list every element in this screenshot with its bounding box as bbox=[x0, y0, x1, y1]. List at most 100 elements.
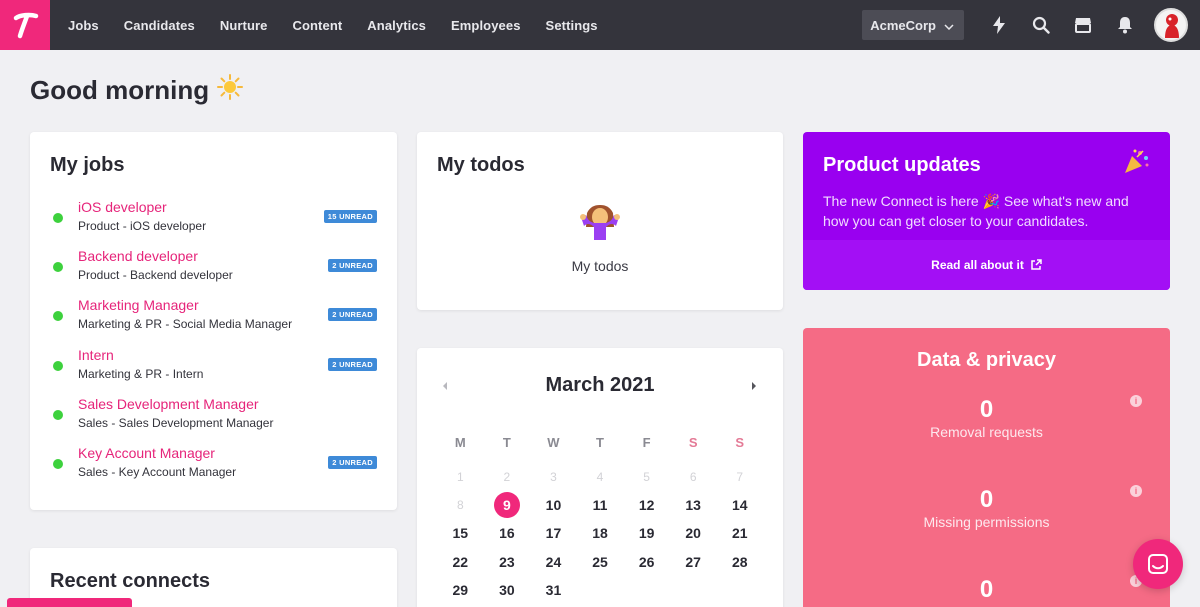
calendar-week: 22 23 24 25 26 27 28 bbox=[437, 548, 763, 576]
job-item[interactable]: Marketing Manager Marketing & PR - Socia… bbox=[50, 297, 377, 346]
nav-content[interactable]: Content bbox=[292, 18, 342, 33]
calendar-day[interactable]: 19 bbox=[623, 525, 670, 541]
read-more-link[interactable]: Read all about it bbox=[803, 240, 1170, 290]
calendar-day[interactable]: 23 bbox=[484, 554, 531, 570]
calendar-day[interactable]: 29 bbox=[437, 582, 484, 598]
unread-badge: 2 UNREAD bbox=[328, 357, 377, 371]
calendar-day[interactable]: 10 bbox=[530, 497, 577, 513]
calendar-week: 8 9 10 11 12 13 14 bbox=[437, 491, 763, 519]
calendar-day[interactable]: 21 bbox=[716, 525, 763, 541]
missing-permissions-stat[interactable]: 0 Missing permissions bbox=[803, 486, 1170, 530]
weekday-label: S bbox=[735, 434, 745, 450]
nav-jobs[interactable]: Jobs bbox=[68, 18, 99, 33]
weekday-label: M bbox=[454, 434, 466, 450]
empty-todos-label: My todos bbox=[571, 258, 629, 274]
store-icon[interactable] bbox=[1062, 0, 1104, 50]
logo-icon bbox=[13, 12, 39, 39]
company-switcher[interactable]: AcmeCorp bbox=[862, 10, 964, 40]
nav-nurture[interactable]: Nurture bbox=[220, 18, 268, 33]
calendar-day[interactable]: 17 bbox=[530, 525, 577, 541]
jobs-list: iOS developer Product - iOS developer 15… bbox=[50, 199, 377, 494]
calendar-day[interactable]: 28 bbox=[716, 554, 763, 570]
calendar-week: 15 16 17 18 19 20 21 bbox=[437, 519, 763, 547]
read-more-label: Read all about it bbox=[931, 258, 1024, 272]
main-menu: Jobs Candidates Nurture Content Analytic… bbox=[68, 18, 623, 33]
nav-candidates[interactable]: Candidates bbox=[124, 18, 195, 33]
unread-badge: 2 UNREAD bbox=[328, 455, 377, 469]
calendar-day[interactable]: 16 bbox=[484, 525, 531, 541]
status-dot bbox=[53, 458, 63, 469]
calendar-day: 7 bbox=[736, 469, 744, 484]
job-subtitle: Sales - Sales Development Manager bbox=[78, 415, 274, 430]
my-jobs-title: My jobs bbox=[50, 154, 125, 176]
my-todos-title: My todos bbox=[437, 154, 525, 176]
stat-value: 0 bbox=[979, 396, 994, 423]
chat-icon bbox=[1148, 554, 1168, 574]
greeting: Good morning bbox=[30, 74, 244, 107]
calendar-day: 6 bbox=[689, 469, 697, 484]
job-item[interactable]: iOS developer Product - iOS developer 15… bbox=[50, 199, 377, 248]
chat-launcher-button[interactable] bbox=[1133, 539, 1183, 589]
logo[interactable] bbox=[0, 0, 50, 50]
calendar-day-today[interactable]: 9 bbox=[484, 491, 531, 518]
my-todos-card: My todos My todos bbox=[417, 132, 783, 310]
avatar[interactable] bbox=[1154, 8, 1188, 42]
stat-label: Removal requests bbox=[930, 424, 1043, 440]
job-item[interactable]: Sales Development Manager Sales - Sales … bbox=[50, 396, 377, 445]
info-icon[interactable]: i bbox=[1130, 395, 1142, 407]
calendar-card: March 2021 M T W T F S S 1 2 3 4 5 6 7 8… bbox=[417, 348, 783, 607]
company-name: AcmeCorp bbox=[870, 17, 936, 33]
product-updates-title: Product updates bbox=[823, 154, 981, 176]
calendar-day[interactable]: 12 bbox=[623, 497, 670, 513]
calendar-day[interactable]: 31 bbox=[530, 582, 577, 598]
party-popper-icon bbox=[1122, 148, 1150, 181]
search-icon[interactable] bbox=[1020, 0, 1062, 50]
bell-icon[interactable] bbox=[1104, 0, 1146, 50]
weekday-label: S bbox=[688, 434, 698, 450]
calendar-day[interactable]: 18 bbox=[577, 525, 624, 541]
shrug-icon bbox=[417, 200, 783, 245]
calendar-day[interactable]: 30 bbox=[484, 582, 531, 598]
job-item[interactable]: Backend developer Product - Backend deve… bbox=[50, 248, 377, 297]
stat-value: 0 bbox=[979, 576, 994, 603]
weekday-label: T bbox=[502, 434, 511, 450]
calendar-day[interactable]: 27 bbox=[670, 554, 717, 570]
weekday-label: F bbox=[642, 434, 651, 450]
calendar-month: March 2021 bbox=[545, 374, 655, 396]
third-stat[interactable]: 0 bbox=[803, 576, 1170, 604]
nav-settings[interactable]: Settings bbox=[546, 18, 598, 33]
calendar-day[interactable]: 25 bbox=[577, 554, 624, 570]
calendar-day[interactable]: 24 bbox=[530, 554, 577, 570]
nav-right: AcmeCorp bbox=[862, 0, 1200, 50]
my-jobs-card: My jobs iOS developer Product - iOS deve… bbox=[30, 132, 397, 510]
data-privacy-title: Data & privacy bbox=[917, 349, 1056, 371]
calendar-day[interactable]: 26 bbox=[623, 554, 670, 570]
calendar-day[interactable]: 13 bbox=[670, 497, 717, 513]
info-icon[interactable]: i bbox=[1130, 485, 1142, 497]
calendar-day[interactable]: 20 bbox=[670, 525, 717, 541]
removal-requests-stat[interactable]: 0 Removal requests bbox=[803, 396, 1170, 440]
weekday-label: W bbox=[547, 434, 560, 450]
nav-employees[interactable]: Employees bbox=[451, 18, 521, 33]
job-item[interactable]: Intern Marketing & PR - Intern 2 UNREAD bbox=[50, 347, 377, 396]
calendar-day[interactable]: 22 bbox=[437, 554, 484, 570]
calendar-day[interactable]: 11 bbox=[577, 497, 624, 513]
next-month-icon[interactable] bbox=[750, 379, 760, 391]
sun-icon bbox=[217, 74, 244, 107]
external-link-icon bbox=[1031, 259, 1042, 270]
lightning-icon[interactable] bbox=[978, 0, 1020, 50]
bottom-toast-bar[interactable] bbox=[7, 598, 132, 607]
calendar-day: 4 bbox=[596, 469, 604, 484]
calendar-week: 29 30 31 bbox=[437, 576, 763, 604]
job-title[interactable]: Sales Development Manager bbox=[78, 396, 377, 412]
stat-value: 0 bbox=[979, 486, 994, 513]
nav-analytics[interactable]: Analytics bbox=[367, 18, 426, 33]
calendar-day: 8 bbox=[456, 497, 464, 512]
greeting-text: Good morning bbox=[30, 75, 210, 105]
unread-badge: 2 UNREAD bbox=[328, 308, 377, 322]
job-item[interactable]: Key Account Manager Sales - Key Account … bbox=[50, 445, 377, 494]
calendar-day[interactable]: 15 bbox=[437, 525, 484, 541]
calendar-day[interactable]: 14 bbox=[716, 497, 763, 513]
status-dot bbox=[53, 311, 63, 322]
product-updates-description: The new Connect is here 🎉 See what's new… bbox=[823, 193, 1129, 229]
